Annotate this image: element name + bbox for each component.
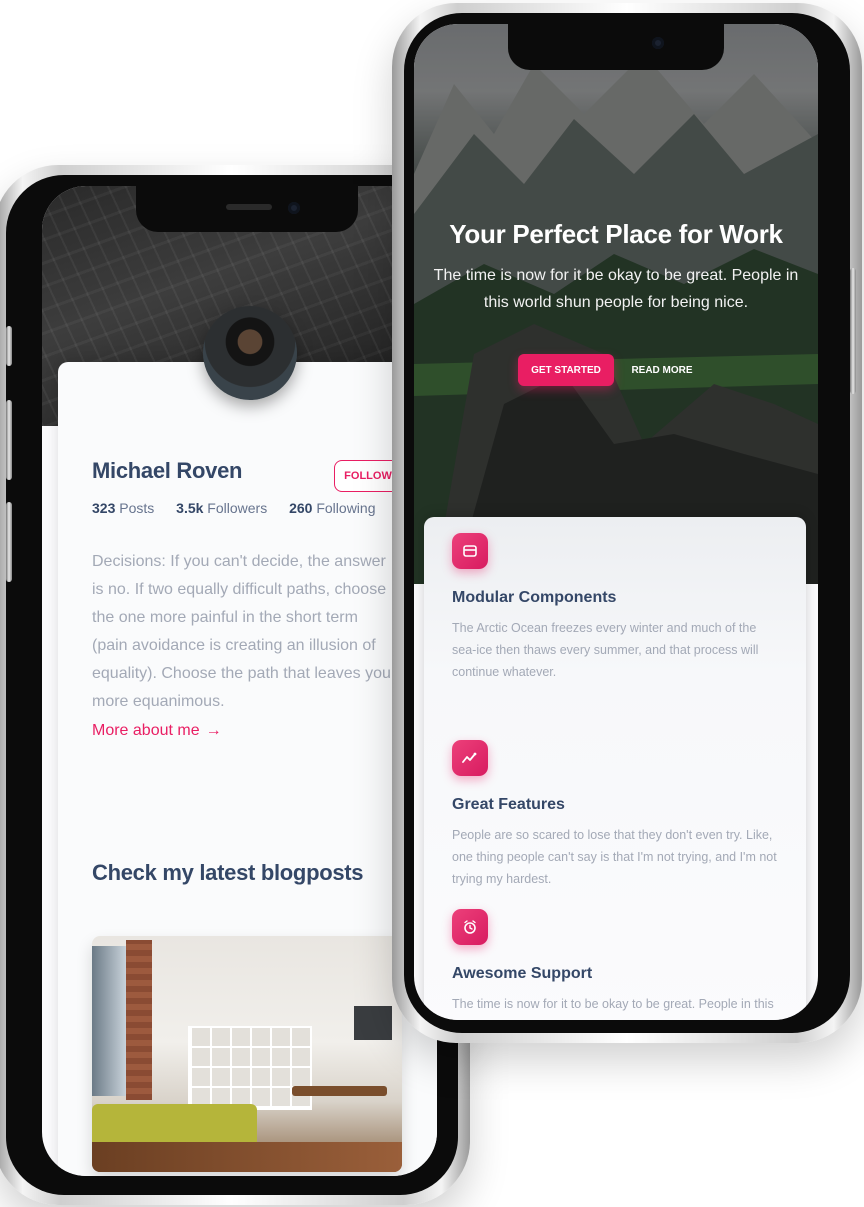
photo-tv <box>354 1006 392 1040</box>
photo-shelf <box>188 1026 312 1110</box>
more-about-me-link[interactable]: More about me → <box>92 722 222 740</box>
read-more-button[interactable]: READ MORE <box>626 354 698 386</box>
sparkline-chart-icon <box>452 740 488 776</box>
stat-followers[interactable]: 3.5k Followers <box>176 500 267 516</box>
hero-title: Your Perfect Place for Work <box>449 219 783 249</box>
feature-modular-components: Modular Components The Arctic Ocean free… <box>452 533 777 683</box>
feature-description: The time is now for it to be okay to be … <box>452 997 774 1011</box>
photo-window <box>92 946 126 1096</box>
feature-description: The Arctic Ocean freezes every winter an… <box>452 621 759 679</box>
front-camera <box>652 37 664 49</box>
feature-description: People are so scared to lose that they d… <box>452 828 777 886</box>
right-phone-notch <box>508 22 724 70</box>
profile-name: Michael Roven <box>92 458 243 483</box>
landing-screen: Your Perfect Place for Work The time is … <box>414 24 818 1020</box>
arrow-right-icon: → <box>205 722 222 739</box>
stat-following[interactable]: 260 Following <box>289 500 375 516</box>
blogposts-heading: Check my latest blogposts <box>92 860 364 885</box>
photo-table <box>292 1086 387 1096</box>
profile-avatar[interactable] <box>203 306 297 400</box>
blogpost-image[interactable] <box>92 936 402 1172</box>
credit-card-icon <box>452 533 488 569</box>
feature-great-features: Great Features People are so scared to l… <box>452 740 777 890</box>
volume-up-button <box>6 400 12 480</box>
photo-sofa <box>92 1104 257 1142</box>
volume-down-button <box>6 502 12 582</box>
profile-bio: Decisions: If you can't decide, the answ… <box>92 553 391 710</box>
stat-posts[interactable]: 323 Posts <box>92 500 154 516</box>
power-button <box>850 268 856 394</box>
hero-subtitle: The time is now for it be okay to be gre… <box>433 267 799 311</box>
feature-title: Awesome Support <box>452 965 593 982</box>
feature-awesome-support: Awesome Support The time is now for it t… <box>452 909 777 1015</box>
get-started-button[interactable]: GET STARTED <box>518 354 614 386</box>
feature-title: Modular Components <box>452 589 617 606</box>
profile-screen: Michael Roven FOLLOW 323 Posts 3.5k Foll… <box>42 186 437 1176</box>
feature-title: Great Features <box>452 796 565 813</box>
alarm-clock-icon <box>452 909 488 945</box>
mute-switch <box>6 326 12 366</box>
earpiece-speaker <box>226 204 272 210</box>
photo-floor <box>92 1142 402 1172</box>
photo-brick-column <box>126 940 152 1100</box>
front-camera <box>288 202 300 214</box>
profile-stats: 323 Posts 3.5k Followers 260 Following <box>92 500 393 516</box>
features-card: Modular Components The Arctic Ocean free… <box>424 517 806 1020</box>
